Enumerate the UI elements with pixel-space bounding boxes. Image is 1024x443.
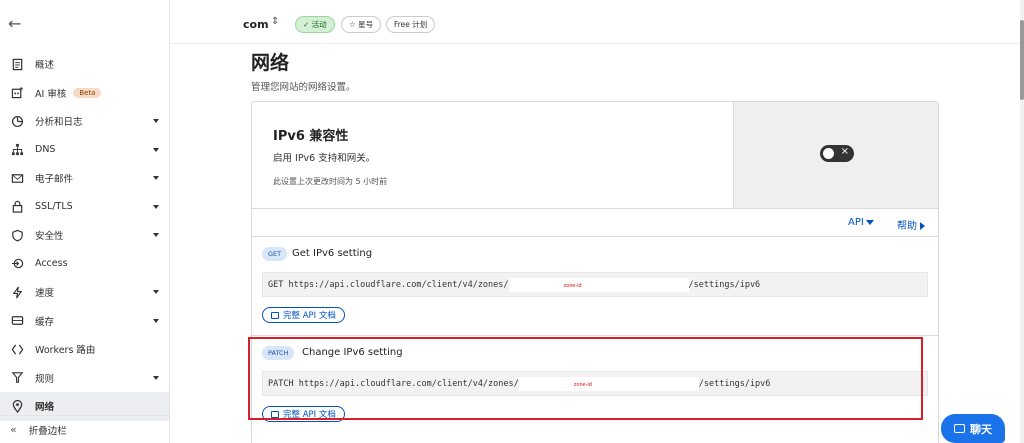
sidebar-item-label: 电子邮件 <box>35 174 74 186</box>
sidebar-item-ai-audit[interactable]: AI 审核 Beta <box>0 79 169 108</box>
sidebar-item-ssl-tls[interactable]: SSL/TLS <box>0 193 169 222</box>
collapse-sidebar-label: 折叠边栏 <box>28 425 67 437</box>
api-get-name: Get IPv6 setting <box>292 248 373 259</box>
chevron-down-icon <box>153 176 159 180</box>
workers-icon <box>10 342 24 356</box>
sidebar-nav: 概述 AI 审核 Beta 分析和日志 DNS 电子邮件 SSL/TLS 安全性… <box>0 50 169 421</box>
chevron-down-icon <box>153 233 159 237</box>
book-icon <box>271 311 279 319</box>
sidebar-item-label: DNS <box>35 144 56 156</box>
sidebar-item-label: SSL/TLS <box>35 201 73 213</box>
shield-icon <box>10 228 24 242</box>
zone-header: com ⇕ ✓ 活动 ☆ 星号 Free 计划 <box>170 0 1024 44</box>
chevron-down-icon <box>153 318 159 323</box>
check-icon: ✓ <box>303 20 312 29</box>
chat-label: 聊天 <box>970 422 992 436</box>
status-label: 活动 <box>311 20 327 29</box>
sidebar-item-access[interactable]: Access <box>0 250 169 279</box>
sidebar-item-speed[interactable]: 速度 <box>0 278 169 307</box>
status-badge: ✓ 活动 <box>295 16 335 33</box>
caret-right-icon <box>920 222 925 230</box>
page-title: 网络 <box>251 52 290 74</box>
setting-summary: IPv6 兼容性 启用 IPv6 支持和网关。 此设置上次更改时间为 5 小时前… <box>252 102 938 209</box>
back-arrow-icon[interactable]: ← <box>8 14 21 33</box>
api-dropdown[interactable]: API <box>848 217 874 228</box>
sidebar-item-label: AI 审核 <box>35 88 67 100</box>
page-scrollbar[interactable] <box>1020 0 1024 443</box>
api-label: API <box>848 217 864 228</box>
ipv6-toggle[interactable]: × <box>820 145 854 162</box>
sidebar-item-email[interactable]: 电子邮件 <box>0 164 169 193</box>
chevron-down-icon <box>153 119 159 123</box>
rules-icon <box>10 371 24 385</box>
setting-description: 启用 IPv6 支持和网关。 <box>273 153 376 164</box>
sidebar-item-label: 分析和日志 <box>35 117 83 129</box>
chevron-down-icon <box>153 375 159 380</box>
setting-title: IPv6 兼容性 <box>273 129 349 144</box>
star-button[interactable]: ☆ 星号 <box>341 16 382 33</box>
redacted-label: zone-id <box>563 282 582 289</box>
plan-badge[interactable]: Free 计划 <box>386 16 436 33</box>
chevron-down-icon <box>153 204 159 209</box>
card-links: API 帮助 <box>252 209 938 237</box>
setting-modified-time: 此设置上次更改时间为 5 小时前 <box>273 177 388 186</box>
access-icon <box>10 257 24 271</box>
beta-badge: Beta <box>73 87 102 98</box>
endpoint-prefix: GET https://api.cloudflare.com/client/v4… <box>268 279 509 290</box>
close-icon: × <box>840 146 849 157</box>
star-label: 星号 <box>358 20 374 29</box>
chat-button[interactable]: 聊天 <box>941 414 1005 443</box>
sidebar-item-analytics[interactable]: 分析和日志 <box>0 107 169 136</box>
scrollbar-thumb[interactable] <box>1020 20 1024 100</box>
sidebar-item-security[interactable]: 安全性 <box>0 221 169 250</box>
sidebar-item-label: 缓存 <box>35 316 55 328</box>
help-label: 帮助 <box>897 221 917 232</box>
caret-down-icon <box>865 219 874 225</box>
sidebar-item-overview[interactable]: 概述 <box>0 50 169 79</box>
redacted-zone-id: zone-id <box>508 277 689 292</box>
collapse-sidebar-button[interactable]: « 折叠边栏 <box>0 415 169 443</box>
api-get-endpoint[interactable]: GET https://api.cloudflare.com/client/v4… <box>262 272 928 297</box>
sidebar-item-label: 安全性 <box>35 231 64 243</box>
document-icon <box>10 57 24 71</box>
lightning-icon <box>10 285 24 299</box>
sidebar-item-label: Access <box>35 258 68 270</box>
sitemap-icon <box>10 143 24 157</box>
sidebar: ← 概述 AI 审核 Beta 分析和日志 DNS 电子邮件 SSL/TLS 安… <box>0 0 170 443</box>
location-pin-icon <box>10 399 24 413</box>
highlight-annotation <box>248 337 923 420</box>
chevron-down-icon <box>153 147 159 152</box>
chevron-down-icon <box>153 290 159 294</box>
page-description: 管理您网站的网络设置。 <box>251 82 356 93</box>
sidebar-item-rules[interactable]: 规则 <box>0 364 169 393</box>
domain-name[interactable]: com <box>243 18 269 31</box>
endpoint-suffix: /settings/ipv6 <box>688 279 761 290</box>
lock-icon <box>10 200 24 214</box>
api-get-block: GET Get IPv6 setting GET https://api.clo… <box>252 237 938 336</box>
cache-icon <box>10 314 24 328</box>
ai-audit-icon <box>10 86 24 100</box>
sidebar-item-label: 概述 <box>35 60 55 72</box>
star-icon: ☆ <box>349 20 359 29</box>
sidebar-item-label: Workers 路由 <box>35 345 96 357</box>
toggle-panel: × <box>733 102 938 208</box>
method-badge-get: GET <box>262 247 288 261</box>
double-chevron-left-icon: « <box>10 423 17 436</box>
chevron-up-down-icon[interactable]: ⇕ <box>271 16 279 27</box>
api-docs-label: 完整 API 文档 <box>283 311 336 321</box>
sidebar-item-label: 速度 <box>35 288 55 300</box>
toggle-knob <box>823 148 834 159</box>
chat-icon <box>954 424 965 433</box>
chart-icon <box>10 114 24 128</box>
sidebar-item-label: 网络 <box>35 402 55 414</box>
sidebar-item-label: 规则 <box>35 373 55 385</box>
mail-icon <box>10 171 24 185</box>
sidebar-item-caching[interactable]: 缓存 <box>0 307 169 336</box>
api-docs-button[interactable]: 完整 API 文档 <box>262 307 345 323</box>
sidebar-item-workers-routes[interactable]: Workers 路由 <box>0 335 169 364</box>
help-link[interactable]: 帮助 <box>897 217 925 232</box>
sidebar-item-dns[interactable]: DNS <box>0 136 169 165</box>
